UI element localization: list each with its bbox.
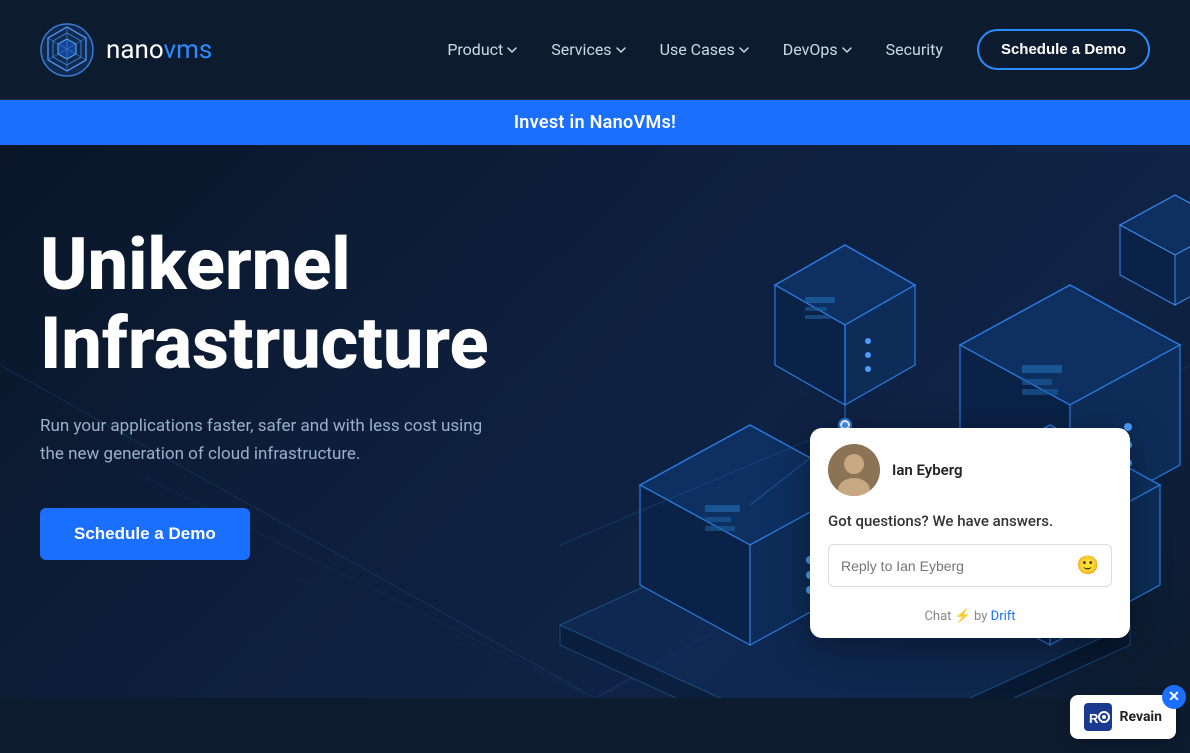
nav-links: Product Services Use Cases DevOps Securi… [433, 29, 1150, 70]
hero-section: Unikernel Infrastructure Run your applic… [0, 145, 1190, 698]
chat-input-row[interactable]: 🙂 [828, 544, 1112, 587]
drift-link[interactable]: Drift [991, 609, 1016, 624]
navbar: nanovms Product Services Use Cases DevOp… [0, 0, 1190, 100]
revain-label: Revain [1120, 709, 1162, 725]
chevron-down-icon [739, 45, 749, 55]
nav-item-services[interactable]: Services [537, 32, 639, 67]
nav-item-use-cases[interactable]: Use Cases [646, 32, 763, 67]
revain-logo-icon: R [1084, 703, 1112, 731]
chat-agent-name: Ian Eyberg [892, 461, 963, 479]
chevron-down-icon [842, 45, 852, 55]
emoji-icon[interactable]: 🙂 [1077, 555, 1099, 576]
revain-badge[interactable]: ✕ R Revain [1070, 695, 1176, 739]
chat-widget: Ian Eyberg Got questions? We have answer… [810, 428, 1130, 638]
chevron-down-icon [507, 45, 517, 55]
avatar [828, 444, 880, 496]
svg-text:R: R [1089, 711, 1099, 726]
hero-title: Unikernel Infrastructure [40, 225, 490, 383]
nav-item-product[interactable]: Product [433, 32, 531, 67]
hero-content: Unikernel Infrastructure Run your applic… [40, 225, 490, 560]
brand-name: nanovms [106, 35, 212, 65]
logo-icon [40, 23, 94, 77]
nav-item-security[interactable]: Security [872, 32, 957, 67]
schedule-demo-hero-button[interactable]: Schedule a Demo [40, 508, 250, 560]
invest-banner[interactable]: Invest in NanoVMs! [0, 100, 1190, 145]
logo-link[interactable]: nanovms [40, 23, 212, 77]
chat-question: Got questions? We have answers. [810, 512, 1130, 544]
hero-subtitle: Run your applications faster, safer and … [40, 413, 490, 467]
nav-item-devops[interactable]: DevOps [769, 32, 866, 67]
close-revain-button[interactable]: ✕ [1162, 685, 1186, 709]
schedule-demo-nav-button[interactable]: Schedule a Demo [977, 29, 1150, 70]
chat-footer: Chat ⚡ by Drift [810, 601, 1130, 638]
chat-header: Ian Eyberg [810, 428, 1130, 512]
chevron-down-icon [616, 45, 626, 55]
chat-input[interactable] [841, 558, 1069, 574]
